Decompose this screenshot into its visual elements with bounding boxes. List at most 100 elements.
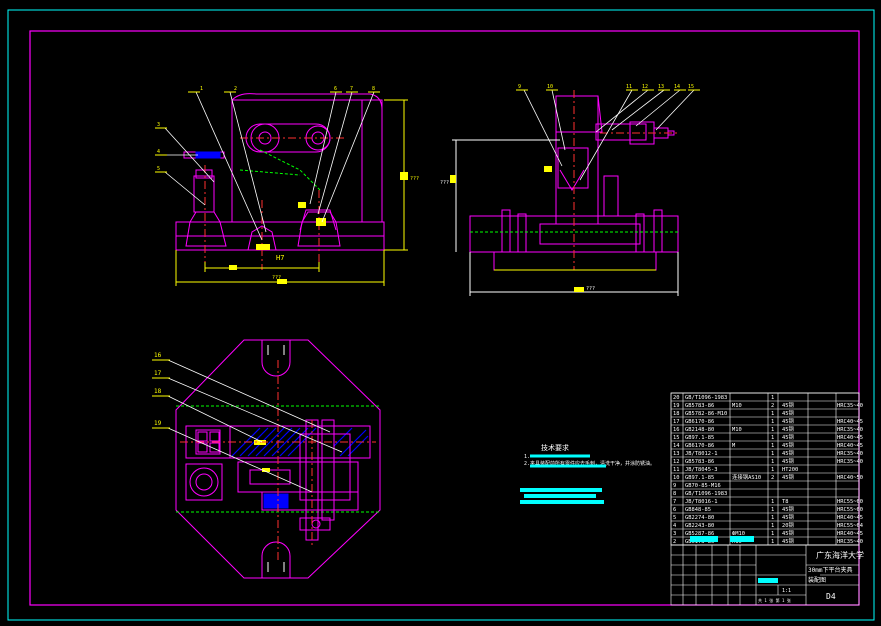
parts-cell-std: JB/T8016-1 <box>685 499 717 505</box>
parts-cell-qty: 1 <box>771 459 774 465</box>
parts-cell-std: JB/T8012-1 <box>685 451 717 457</box>
parts-cell-std: GB97.1-85 <box>685 475 714 481</box>
parts-cell-name: M10 <box>732 427 742 433</box>
parts-cell-no: 16 <box>673 427 680 433</box>
front-callout-1: 1 <box>200 86 203 92</box>
parts-cell-mat: 45钢 <box>782 425 794 433</box>
parts-cell-mat: 45钢 <box>782 417 794 425</box>
tech-req-title: 技术要求 <box>541 443 569 452</box>
parts-cell-qty: 1 <box>771 419 774 425</box>
parts-cell-std: GB/T1096-1983 <box>685 491 727 497</box>
parts-cell-no: 17 <box>673 419 680 425</box>
side-callout-10: 10 <box>547 84 553 90</box>
parts-cell-no: 3 <box>673 531 676 537</box>
parts-cell-std: GB5783-86 <box>685 459 714 465</box>
parts-cell-no: 14 <box>673 443 680 449</box>
parts-cell-qty: 2 <box>771 403 774 409</box>
parts-cell-std: GB5782-86-M10 <box>685 411 727 417</box>
parts-cell-mat: 45钢 <box>782 505 794 513</box>
parts-cell-no: 15 <box>673 435 680 441</box>
side-callout-9: 9 <box>518 84 521 90</box>
parts-cell-no: 10 <box>673 475 680 481</box>
parts-cell-mat: T8 <box>782 499 789 505</box>
parts-cell-no: 11 <box>673 467 680 473</box>
side-callout-14: 14 <box>674 84 680 90</box>
front-callout-7: 7 <box>350 86 353 92</box>
parts-cell-mat: 45钢 <box>782 529 794 537</box>
parts-cell-mat: 45钢 <box>782 473 794 481</box>
parts-cell-no: 9 <box>673 483 676 489</box>
tech-req-bar-1 <box>520 488 602 492</box>
parts-cell-no: 7 <box>673 499 676 505</box>
front-callout-3: 3 <box>157 122 160 128</box>
top-callout-17: 17 <box>154 370 162 377</box>
parts-cell-std: GB6170-86 <box>685 443 714 449</box>
side-callout-13: 13 <box>658 84 664 90</box>
side-callout-12: 12 <box>642 84 648 90</box>
parts-cell-no: 4 <box>673 523 676 529</box>
parts-cell-std: GB97.1-85 <box>685 435 714 441</box>
parts-cell-mat: 20钢 <box>782 521 794 529</box>
parts-cell-no: 5 <box>673 515 676 521</box>
parts-cell-remark: HRC40~45 <box>837 515 863 521</box>
parts-cell-mat: 45钢 <box>782 409 794 417</box>
parts-cell-qty: 1 <box>771 523 774 529</box>
parts-cell-std: GB/T1096-1983 <box>685 395 727 401</box>
front-dim-width: ??? <box>272 275 281 281</box>
parts-cell-qty: 1 <box>771 531 774 537</box>
front-callout-4: 4 <box>157 149 160 155</box>
parts-cell-mat: 45钢 <box>782 449 794 457</box>
parts-cell-remark: HRC35~40 <box>837 403 863 409</box>
parts-cell-remark: HRC40~45 <box>837 531 863 537</box>
tech-req-bar-2 <box>524 494 596 498</box>
parts-cell-std: GB70-85-M16 <box>685 483 721 489</box>
parts-cell-mat: 45钢 <box>782 401 794 409</box>
side-dim-height: ??? <box>440 180 449 186</box>
parts-cell-no: 6 <box>673 507 676 513</box>
title-subtitle: 装配图 <box>808 576 826 584</box>
front-dim-height: ??? <box>410 176 419 182</box>
tech-req-line-1: 1. <box>524 454 530 460</box>
front-callout-8: 8 <box>372 86 375 92</box>
front-callout-2: 2 <box>234 86 237 92</box>
parts-cell-std: GB2274-80 <box>685 515 714 521</box>
parts-cell-no: 13 <box>673 451 680 457</box>
parts-cell-remark: HRC40~45 <box>837 419 863 425</box>
parts-cell-std: JB/T8045-3 <box>685 467 717 473</box>
parts-cell-std: GB848-85 <box>685 507 711 513</box>
parts-cell-mat: 45钢 <box>782 457 794 465</box>
front-callout-5: 5 <box>157 166 160 172</box>
parts-cell-mat: 45钢 <box>782 513 794 521</box>
front-callout-6: 6 <box>334 86 337 92</box>
parts-cell-qty: 1 <box>771 515 774 521</box>
top-callout-16: 16 <box>154 352 162 359</box>
parts-cell-qty: 1 <box>771 435 774 441</box>
title-school: 广东海洋大学 <box>816 550 864 560</box>
title-scale: 1:1 <box>782 588 791 594</box>
parts-cell-std: GB5783-86 <box>685 403 714 409</box>
top-callout-19: 19 <box>154 420 162 427</box>
parts-cell-remark: HRC35~40 <box>837 427 863 433</box>
parts-cell-name: M10 <box>732 403 742 409</box>
side-dim-width: ??? <box>586 286 595 292</box>
parts-cell-no: 20 <box>673 395 680 401</box>
parts-cell-qty: 1 <box>771 395 774 401</box>
parts-cell-remark: HRC40~45 <box>837 435 863 441</box>
front-dim-fit: H7 <box>276 254 284 262</box>
parts-cell-qty: 1 <box>771 427 774 433</box>
cad-drawing-canvas: 1 2 3 4 5 6 7 8 ??? H7 ??? 9 10 11 12 13… <box>0 0 881 626</box>
parts-cell-qty: 1 <box>771 539 774 545</box>
parts-cell-mat: 45钢 <box>782 433 794 441</box>
parts-cell-std: GB2243-80 <box>685 523 714 529</box>
parts-cell-qty: 1 <box>771 467 774 473</box>
front-handle <box>195 151 221 159</box>
title-sheet: D4 <box>826 592 836 601</box>
parts-cell-no: 19 <box>673 403 680 409</box>
parts-cell-std: GB6170-86 <box>685 419 714 425</box>
parts-cell-mat: 45钢 <box>782 441 794 449</box>
parts-cell-remark: HRC55~64 <box>837 523 863 529</box>
tech-req-bar-3 <box>520 500 604 504</box>
parts-cell-remark: HRC55~60 <box>837 507 863 513</box>
parts-cell-qty: 1 <box>771 411 774 417</box>
title-drawing-name: 30mm下平台夹具 <box>808 566 852 574</box>
